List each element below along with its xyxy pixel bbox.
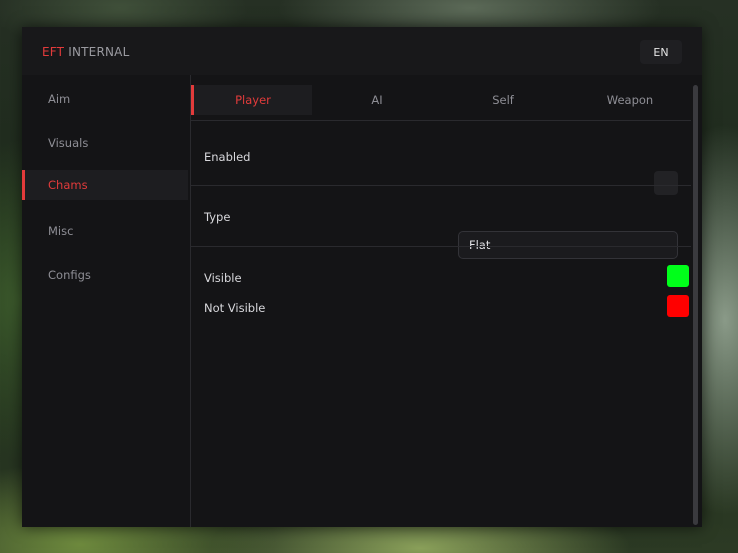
app-title: EFT INTERNAL [42,45,129,59]
menu-window: EFT INTERNAL EN Aim Visuals Chams Misc C… [22,27,702,527]
tab-ai[interactable]: AI [317,85,437,115]
sidebar-item-aim[interactable]: Aim [22,84,188,114]
tab-weapon[interactable]: Weapon [569,85,691,115]
content-panel: Player AI Self Weapon Enabled Type Flat … [191,75,698,527]
type-label: Type [204,210,231,224]
tab-divider [191,120,691,121]
not-visible-color-swatch[interactable] [667,295,689,317]
section-divider [191,185,691,186]
app-title-subtitle: INTERNAL [68,45,130,59]
enabled-checkbox[interactable] [654,171,678,195]
app-title-brand: EFT [42,45,65,59]
tab-self[interactable]: Self [443,85,563,115]
section-divider [191,246,691,247]
sidebar-item-visuals[interactable]: Visuals [22,128,188,158]
title-bar: EFT INTERNAL EN [22,27,702,75]
enabled-label: Enabled [204,150,251,164]
language-button[interactable]: EN [640,40,682,64]
tab-bar: Player AI Self Weapon [191,85,691,115]
not-visible-label: Not Visible [204,301,266,315]
visible-label: Visible [204,271,242,285]
visible-color-swatch[interactable] [667,265,689,287]
sidebar-item-chams[interactable]: Chams [22,170,188,200]
sidebar-item-configs[interactable]: Configs [22,260,188,290]
sidebar-item-misc[interactable]: Misc [22,216,188,246]
scrollbar[interactable] [693,85,698,525]
type-select[interactable]: Flat [458,231,678,259]
tab-player[interactable]: Player [191,85,312,115]
sidebar: Aim Visuals Chams Misc Configs [22,75,191,527]
